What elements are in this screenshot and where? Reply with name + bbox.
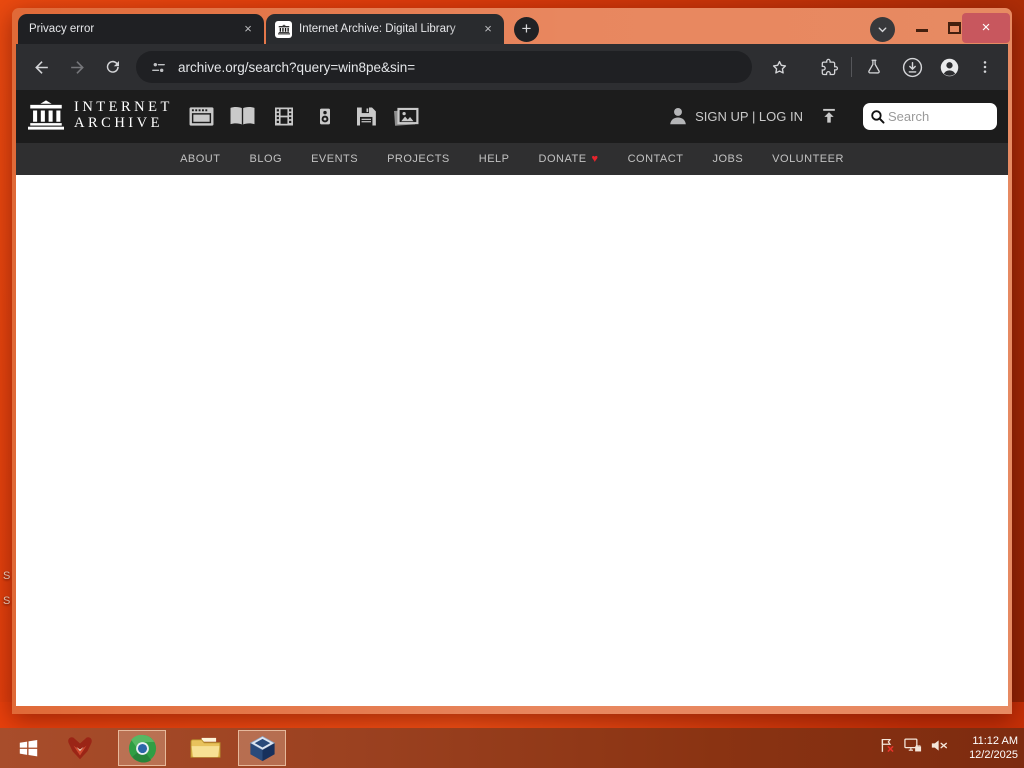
volume-muted-icon[interactable]: [930, 737, 949, 759]
forward-arrow-icon: [70, 60, 84, 74]
download-icon: [902, 57, 922, 77]
chevron-down-icon: [878, 27, 887, 33]
network-icon[interactable]: [903, 737, 923, 759]
nav-events[interactable]: EVENTS: [311, 153, 358, 165]
browser-window: Privacy error × Internet Archive: Digita…: [12, 8, 1012, 714]
reload-icon: [106, 60, 119, 73]
software-icon[interactable]: [352, 104, 379, 129]
taskbar-app-red[interactable]: [58, 730, 102, 766]
signup-login-link[interactable]: SIGN UP | LOG IN: [695, 109, 803, 124]
archive-temple-icon: [28, 100, 64, 130]
flask-icon: [868, 59, 880, 74]
web-icon[interactable]: [188, 104, 215, 129]
browser-icon: [128, 734, 156, 763]
url-text[interactable]: archive.org/search?query=win8pe&sin=: [178, 60, 415, 75]
account-links[interactable]: SIGN UP | LOG IN: [667, 103, 842, 129]
toolbar-divider: [851, 57, 852, 77]
taskbar: 11:12 AM 12/2/2025: [0, 728, 1024, 768]
search-input[interactable]: [886, 108, 982, 125]
desktop: S S Privacy error × Internet Archive: Di…: [0, 0, 1024, 768]
archive-header: INTERNET ARCHIVE SIGN UP | LOG IN Search: [16, 90, 1008, 143]
nav-help[interactable]: HELP: [479, 153, 510, 165]
nav-volunteer[interactable]: VOLUNTEER: [772, 153, 844, 165]
nav-donate[interactable]: DONATE ♥: [539, 153, 599, 165]
puzzle-icon: [821, 58, 838, 75]
tab-privacy-error[interactable]: Privacy error ×: [18, 14, 264, 44]
tab-strip[interactable]: Privacy error × Internet Archive: Digita…: [12, 8, 1012, 44]
back-arrow-icon: [34, 60, 48, 74]
search-results-area: [16, 175, 1008, 706]
site-settings-icon[interactable]: [150, 59, 167, 76]
nav-about[interactable]: ABOUT: [180, 153, 220, 165]
clock-date: 12/2/2025: [969, 749, 1018, 761]
nav-contact[interactable]: CONTACT: [628, 153, 684, 165]
restore-button[interactable]: [948, 22, 961, 34]
close-button[interactable]: ×: [962, 13, 1010, 43]
extensions-button[interactable]: [814, 52, 844, 82]
virtualbox-cube-icon: [249, 735, 275, 761]
taskbar-browser-button[interactable]: [118, 730, 166, 766]
experiments-button[interactable]: [859, 52, 889, 82]
tab-search-button[interactable]: [870, 17, 895, 42]
person-icon: [670, 108, 686, 125]
archive-search-box[interactable]: [863, 103, 997, 130]
windows-logo-icon: [19, 740, 37, 757]
tab-title: Privacy error: [29, 23, 95, 35]
nav-blog[interactable]: BLOG: [249, 153, 282, 165]
audio-icon[interactable]: [311, 104, 338, 129]
bookmark-star-button[interactable]: [764, 52, 794, 82]
archive-logo-text: INTERNET ARCHIVE: [74, 99, 173, 132]
tab-close-icon[interactable]: ×: [479, 20, 497, 38]
start-button[interactable]: [8, 730, 48, 766]
star-icon: [772, 60, 786, 74]
kebab-menu-icon: [983, 61, 987, 73]
upload-icon: [823, 108, 835, 123]
archive-nav-bar: ABOUT BLOG EVENTS PROJECTS HELP DONATE ♥…: [16, 143, 1008, 175]
minimize-button[interactable]: [916, 29, 928, 32]
images-icon[interactable]: [393, 104, 420, 129]
clock-time: 11:12 AM: [972, 734, 1018, 747]
folder-icon: [190, 737, 220, 758]
action-center-flag-icon[interactable]: [879, 737, 896, 759]
browser-menu-button[interactable]: [970, 52, 1000, 82]
tab-internet-archive[interactable]: Internet Archive: Digital Library ×: [266, 14, 504, 44]
tab-close-icon[interactable]: ×: [239, 20, 257, 38]
avatar-icon: [940, 58, 958, 76]
nav-projects[interactable]: PROJECTS: [387, 153, 450, 165]
system-tray: 11:12 AM 12/2/2025: [879, 728, 1018, 768]
media-type-nav: [188, 104, 420, 129]
desktop-icon-label-fragment: S: [3, 595, 11, 607]
profile-button[interactable]: [934, 52, 964, 82]
new-tab-button[interactable]: +: [514, 17, 539, 42]
browser-toolbar: archive.org/search?query=win8pe&sin=: [16, 44, 1008, 90]
search-icon: [871, 110, 885, 124]
upload-button[interactable]: [816, 103, 842, 129]
taskbar-clock[interactable]: 11:12 AM 12/2/2025: [962, 734, 1018, 763]
archive-favicon: [275, 20, 292, 38]
archive-logo[interactable]: INTERNET ARCHIVE: [28, 99, 173, 131]
donate-heart-icon: ♥: [591, 153, 599, 165]
reload-button[interactable]: [98, 52, 128, 82]
taskbar-explorer-button[interactable]: [182, 730, 228, 766]
tab-title: Internet Archive: Digital Library: [299, 23, 456, 35]
forward-button[interactable]: [62, 52, 92, 82]
video-icon[interactable]: [270, 104, 297, 129]
page-content: INTERNET ARCHIVE SIGN UP | LOG IN Search…: [16, 90, 1008, 706]
nav-jobs[interactable]: JOBS: [712, 153, 743, 165]
texts-icon[interactable]: [229, 104, 256, 129]
url-bar[interactable]: archive.org/search?query=win8pe&sin=: [136, 51, 752, 83]
back-button[interactable]: [26, 52, 56, 82]
desktop-icon-label-fragment: S: [3, 570, 11, 582]
red-app-icon: [68, 737, 92, 760]
taskbar-virtualbox-button[interactable]: [238, 730, 286, 766]
nav-donate-label: DONATE: [538, 153, 587, 165]
downloads-button[interactable]: [897, 52, 927, 82]
